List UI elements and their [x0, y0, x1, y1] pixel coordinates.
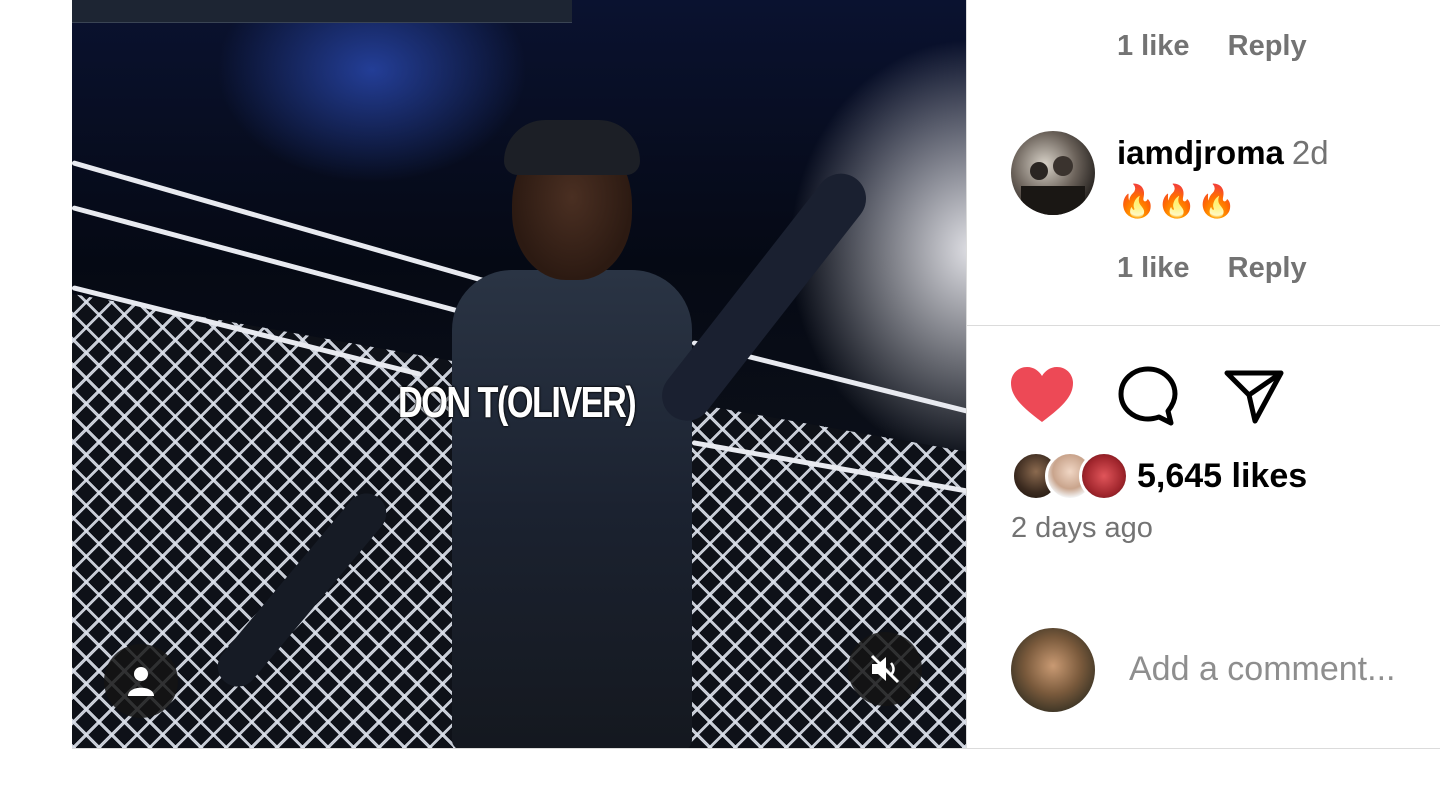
comment-meta: 1 like Reply — [1117, 252, 1337, 285]
comment-header: iamdjroma 2d — [1117, 134, 1329, 172]
comment-reply-button[interactable]: Reply — [1228, 30, 1307, 62]
comment-likes-link[interactable]: 1 like — [1117, 252, 1190, 284]
section-divider — [967, 325, 1440, 326]
like-button[interactable] — [1009, 365, 1075, 430]
user-tags-button[interactable] — [104, 644, 178, 718]
heart-filled-icon — [1011, 367, 1073, 422]
performer-body — [452, 270, 692, 748]
comment-username[interactable]: iamdjroma — [1117, 134, 1284, 171]
performer-figure — [209, 110, 877, 748]
likes-count[interactable]: 5,645 likes — [1137, 457, 1307, 496]
comment-button[interactable] — [1117, 365, 1179, 432]
add-comment-input[interactable]: Add a comment... — [1129, 650, 1395, 689]
comment-reply-button[interactable]: Reply — [1228, 252, 1307, 284]
previous-comment-meta: 1 like Reply — [1117, 30, 1337, 63]
media-overlay-bar — [72, 0, 572, 23]
comment-bubble-icon — [1118, 366, 1178, 426]
avatar[interactable] — [1011, 131, 1095, 215]
speaker-muted-icon — [870, 654, 900, 684]
paper-plane-icon — [1224, 370, 1284, 424]
post-media[interactable]: DON T(OLIVER) — [72, 0, 966, 748]
mute-toggle-button[interactable] — [848, 632, 922, 706]
person-icon — [128, 667, 154, 696]
post-bottom-border — [72, 748, 1440, 749]
current-user-avatar — [1011, 628, 1095, 712]
comment-likes-link[interactable]: 1 like — [1117, 30, 1190, 62]
share-button[interactable] — [1223, 365, 1285, 432]
likes-summary: 5,645 likes — [1011, 450, 1307, 502]
comment-timestamp[interactable]: 2d — [1292, 134, 1329, 171]
performer-raised-arm — [652, 163, 877, 431]
video-caption: DON T(OLIVER) — [398, 378, 637, 427]
comment-text: 🔥🔥🔥 — [1117, 183, 1237, 219]
post-date[interactable]: 2 days ago — [1011, 512, 1153, 545]
liker-avatar — [1079, 451, 1129, 501]
performer-hat — [504, 120, 640, 175]
crowd-photo — [1021, 156, 1085, 215]
post-side-panel: 1 like Reply iamdjroma 2d 🔥🔥🔥 1 like Repl… — [966, 0, 1440, 748]
